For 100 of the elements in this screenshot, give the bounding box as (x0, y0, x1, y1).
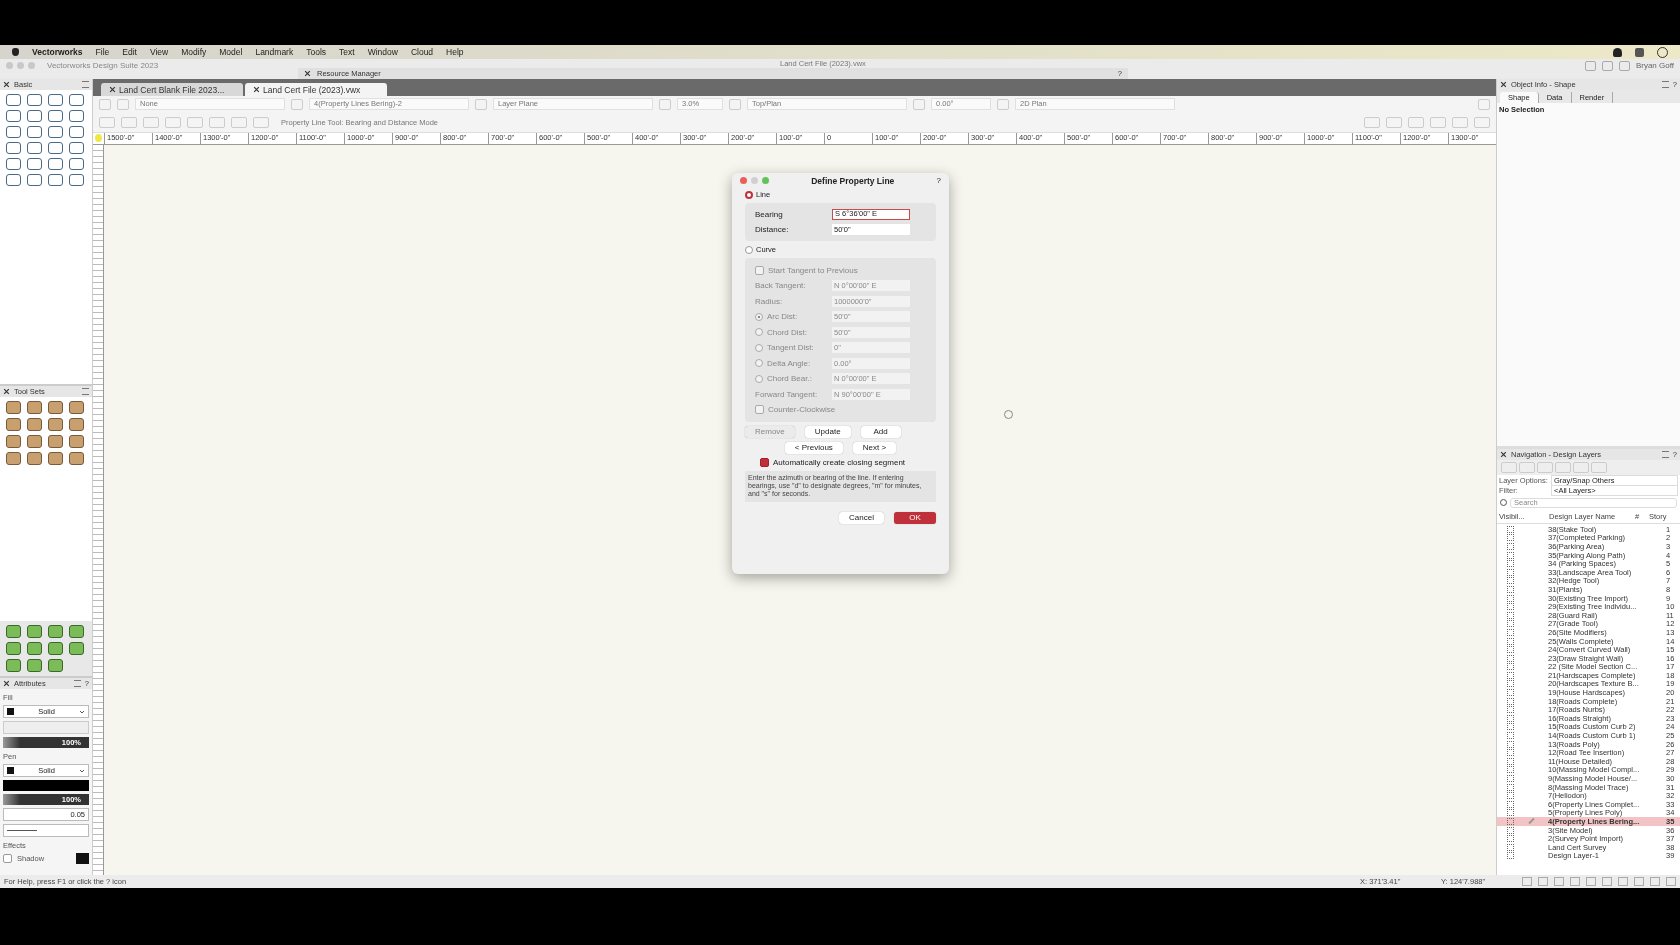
tool-set-icon[interactable] (48, 435, 63, 448)
field-label: Distance: (755, 225, 790, 234)
tool-set-icon[interactable] (27, 435, 42, 448)
menu-icon[interactable] (73, 680, 81, 687)
cancel-button[interactable]: Cancel (839, 511, 884, 524)
menu-icon[interactable] (1661, 81, 1669, 88)
menu-item[interactable]: Modify (181, 47, 207, 57)
line-radio[interactable] (745, 190, 753, 199)
tool-icon[interactable] (6, 142, 21, 154)
tool-icon[interactable] (6, 110, 21, 122)
dialog-button[interactable]: Update (804, 425, 851, 438)
menu-item[interactable]: Edit (122, 47, 137, 57)
menu-item[interactable]: Text (339, 47, 355, 57)
menu-icon[interactable] (1661, 451, 1669, 458)
tool-icon[interactable] (27, 126, 42, 138)
tool-icon[interactable] (27, 110, 42, 122)
menu-item[interactable]: View (149, 47, 169, 57)
help-icon[interactable]: ? (936, 176, 941, 185)
menu-icon[interactable] (82, 388, 89, 395)
tool-icon[interactable] (6, 94, 21, 106)
tool-set-icon[interactable] (69, 435, 84, 448)
tool-set-icon[interactable] (6, 642, 21, 655)
tool-set-icon[interactable] (27, 625, 42, 638)
tool-icon[interactable] (69, 94, 84, 106)
tool-set-icon[interactable] (27, 418, 42, 431)
tool-icon[interactable] (6, 158, 21, 170)
tool-icon[interactable] (48, 110, 63, 122)
tool-set-icon[interactable] (69, 418, 84, 431)
close-icon[interactable] (3, 388, 10, 395)
curve-radio[interactable] (745, 245, 753, 254)
tool-set-icon[interactable] (48, 625, 63, 638)
tool-set-icon[interactable] (6, 435, 21, 448)
menu-icon[interactable] (82, 81, 89, 88)
caret-icon (79, 768, 85, 773)
tool-icon[interactable] (6, 126, 21, 138)
checkbox[interactable] (760, 457, 769, 467)
tool-icon[interactable] (69, 174, 84, 186)
tool-set-icon[interactable] (69, 625, 84, 638)
line-style-dropdown[interactable] (3, 824, 89, 837)
menu-item[interactable]: File (95, 47, 110, 57)
tool-set-icon[interactable] (6, 452, 21, 465)
tool-icon[interactable] (48, 94, 63, 106)
tool-set-icon[interactable] (27, 401, 42, 414)
tool-set-icon[interactable] (6, 418, 21, 431)
close-icon[interactable] (1500, 81, 1507, 88)
radio-label: Tangent Dist: (767, 343, 815, 352)
tool-icon[interactable] (48, 158, 63, 170)
user-name[interactable]: Bryan Goff (1635, 61, 1674, 70)
fill-color-field[interactable] (3, 721, 89, 734)
tool-set-icon[interactable] (27, 642, 42, 655)
tool-set-icon[interactable] (48, 452, 63, 465)
tool-set-icon[interactable] (6, 401, 21, 414)
pen-color-field[interactable] (3, 780, 89, 791)
tool-set-icon[interactable] (27, 659, 42, 672)
tool-set-icon[interactable] (69, 642, 84, 655)
dialog-button[interactable]: Next > (852, 441, 897, 454)
tool-set-icon[interactable] (6, 659, 21, 672)
tool-set-icon[interactable] (27, 452, 42, 465)
tool-icon[interactable] (6, 174, 21, 186)
close-icon[interactable] (253, 86, 260, 93)
tool-set-icon[interactable] (48, 418, 63, 431)
app-menu[interactable]: Vectorworks (32, 47, 83, 57)
close-icon[interactable] (304, 70, 311, 77)
tool-set-icon[interactable] (48, 642, 63, 655)
dialog-button[interactable]: < Previous (784, 441, 843, 454)
menu-item[interactable]: Cloud (410, 47, 434, 57)
tool-icon[interactable] (69, 126, 84, 138)
tool-icon[interactable] (69, 142, 84, 154)
tool-icon[interactable] (69, 158, 84, 170)
tool-set-icon[interactable] (69, 452, 84, 465)
window-controls-icon[interactable] (740, 177, 769, 184)
tool-icon[interactable] (48, 174, 63, 186)
menu-item[interactable]: Tools (306, 47, 327, 57)
tool-set-icon[interactable] (48, 659, 63, 672)
tool-icon[interactable] (48, 142, 63, 154)
ok-button[interactable]: OK (894, 511, 936, 524)
dialog-button[interactable]: Add (860, 425, 901, 438)
tool-icon[interactable] (27, 174, 42, 186)
close-icon[interactable] (3, 680, 10, 687)
close-icon[interactable] (3, 81, 10, 88)
field-label: Radius: (755, 296, 784, 306)
tool-icon[interactable] (27, 142, 42, 154)
tool-icon[interactable] (48, 126, 63, 138)
document-tab[interactable]: Land Cert Blank File 2023... (101, 83, 243, 96)
menu-item[interactable]: Window (367, 47, 398, 57)
document-tab[interactable]: Land Cert File (2023).vwx (245, 83, 387, 96)
shadow-checkbox[interactable] (3, 854, 12, 863)
menu-item[interactable]: Help (446, 47, 464, 57)
menu-item[interactable]: Landmark (255, 47, 294, 57)
shadow-color-swatch[interactable] (76, 853, 89, 864)
tool-set-icon[interactable] (48, 401, 63, 414)
checkbox-label: Automatically create closing segment (773, 457, 906, 467)
close-icon[interactable] (1500, 451, 1507, 458)
tool-icon[interactable] (69, 110, 84, 122)
tool-icon[interactable] (27, 158, 42, 170)
tool-icon[interactable] (27, 94, 42, 106)
close-icon[interactable] (109, 86, 116, 93)
menu-item[interactable]: Model (219, 47, 243, 57)
tool-set-icon[interactable] (6, 625, 21, 638)
tool-set-icon[interactable] (69, 401, 84, 414)
